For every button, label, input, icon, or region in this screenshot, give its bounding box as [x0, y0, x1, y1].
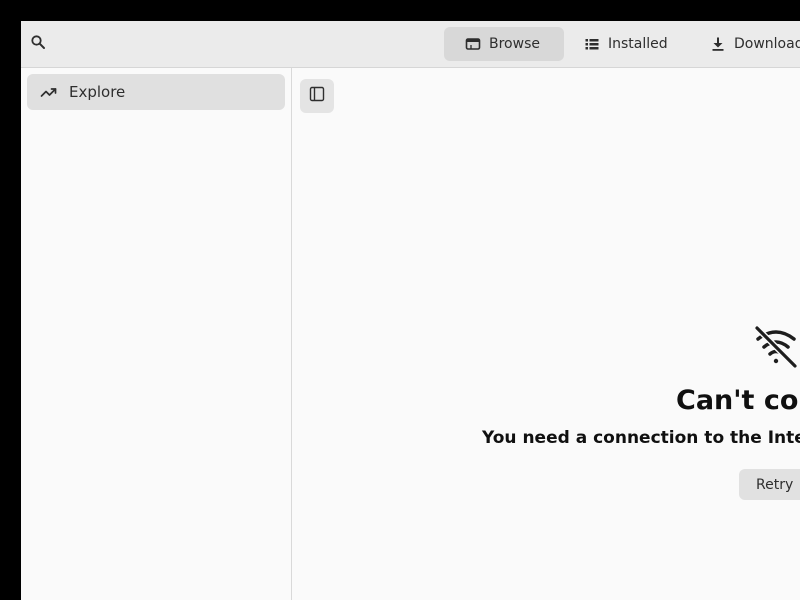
app-window: Browse Installed Download Explore Can't …	[21, 21, 800, 600]
tab-installed[interactable]: Installed	[563, 27, 693, 61]
sidebar: Explore	[21, 68, 292, 600]
tab-browse[interactable]: Browse	[444, 27, 564, 61]
sidebar-item-explore[interactable]: Explore	[27, 74, 285, 110]
trending-up-icon	[40, 83, 58, 101]
main-content: Can't connect You need a connection to t…	[292, 68, 800, 600]
download-icon	[710, 36, 726, 52]
retry-button[interactable]: Retry	[739, 469, 800, 500]
tab-browse-label: Browse	[489, 36, 540, 52]
status-description: You need a connection to the Internet	[482, 428, 800, 448]
status-title: Can't connect	[676, 385, 800, 416]
search-icon	[30, 34, 46, 54]
search-button[interactable]	[28, 34, 48, 54]
headerbar: Browse Installed Download	[21, 21, 800, 68]
sidebar-item-label: Explore	[69, 83, 126, 101]
list-icon	[584, 36, 600, 52]
status-page: Can't connect You need a connection to t…	[292, 68, 800, 600]
browse-window-icon	[465, 36, 481, 52]
wifi-off-icon	[754, 325, 798, 369]
tab-installed-label: Installed	[608, 36, 668, 52]
tab-downloads[interactable]: Downloads	[689, 27, 800, 61]
tab-downloads-label: Downloads	[734, 36, 800, 52]
